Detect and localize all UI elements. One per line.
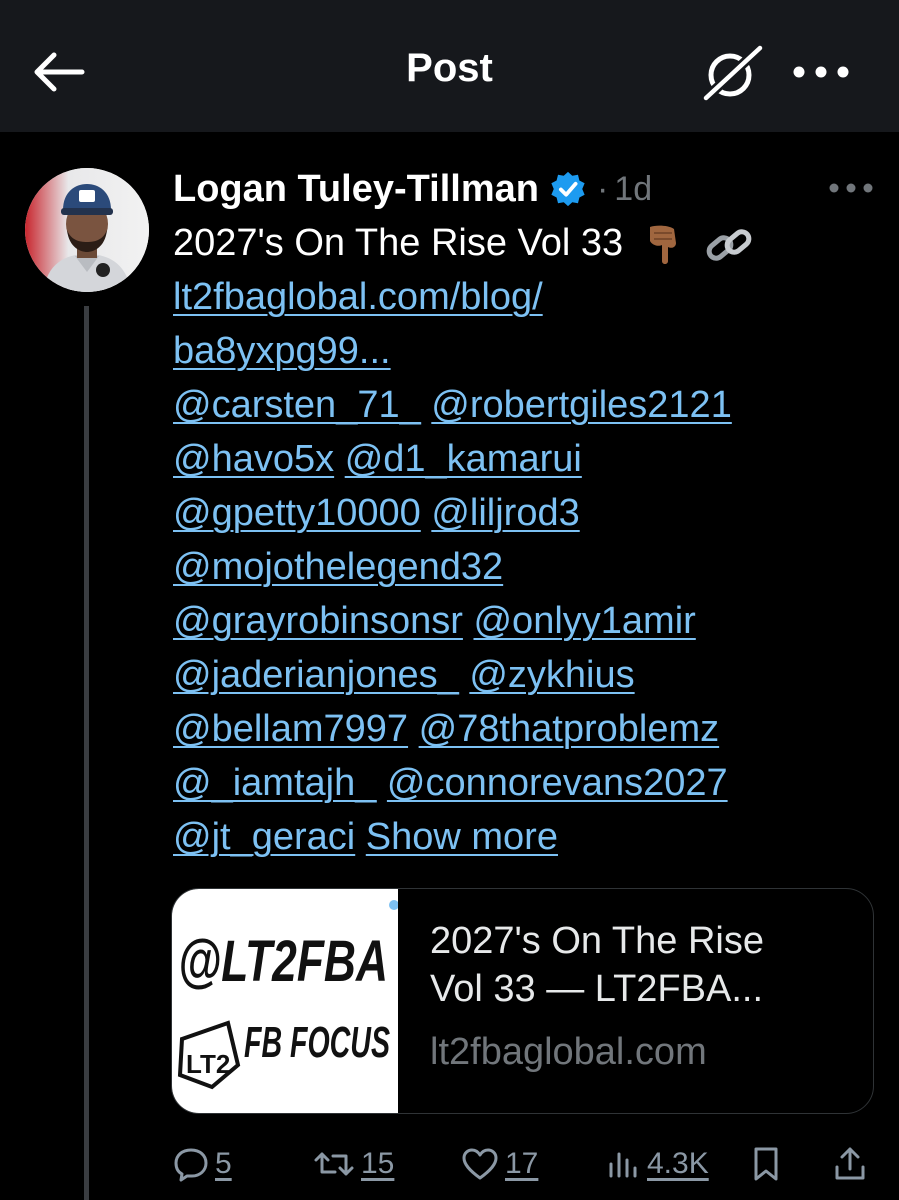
views-button[interactable]: 4.3K bbox=[607, 1140, 709, 1188]
views-chart-icon bbox=[609, 1152, 637, 1178]
repost-button[interactable]: 15 bbox=[313, 1140, 394, 1188]
mention-link[interactable]: @_iamtajh_ bbox=[173, 762, 376, 804]
mention-link[interactable]: @gpetty10000 bbox=[173, 492, 421, 534]
reply-count: 5 bbox=[215, 1147, 232, 1180]
mention-link[interactable]: @78thatproblemz bbox=[419, 708, 720, 750]
post-time[interactable]: 1d bbox=[614, 170, 652, 209]
mention-link[interactable]: @d1_kamarui bbox=[345, 438, 582, 480]
author-name[interactable]: Logan Tuley-Tillman bbox=[173, 168, 539, 211]
share-button[interactable] bbox=[833, 1140, 867, 1188]
repost-count: 15 bbox=[361, 1147, 395, 1180]
like-count: 17 bbox=[505, 1147, 539, 1180]
mention-link[interactable]: @carsten_71_ bbox=[173, 384, 421, 426]
mention-link[interactable]: @connorevans2027 bbox=[387, 762, 728, 804]
reply-icon bbox=[174, 1148, 208, 1182]
thread-line bbox=[84, 306, 89, 1200]
card-thumbnail: @LT2FBA FB FOCUS LT2 bbox=[172, 889, 399, 1113]
mention-link[interactable]: @zykhius bbox=[469, 654, 634, 696]
link-preview-card[interactable]: @LT2FBA FB FOCUS LT2 2027's On The Rise … bbox=[171, 888, 874, 1114]
article-link-cont[interactable]: ba8yxpg99... bbox=[173, 330, 391, 372]
post-text-line: 2027's On The Rise Vol 33 bbox=[173, 222, 624, 264]
more-options-icon[interactable] bbox=[790, 58, 852, 86]
mention-link[interactable]: @robertgiles2121 bbox=[431, 384, 732, 426]
card-title-line: 2027's On The Rise bbox=[430, 920, 764, 962]
bookmark-button[interactable] bbox=[751, 1140, 781, 1188]
avatar[interactable] bbox=[25, 168, 149, 292]
share-icon bbox=[835, 1147, 865, 1180]
mention-link[interactable]: @liljrod3 bbox=[431, 492, 579, 534]
card-domain: lt2fbaglobal.com bbox=[430, 1031, 707, 1073]
grok-icon[interactable] bbox=[700, 44, 766, 104]
bookmark-icon bbox=[754, 1147, 778, 1181]
mention-link[interactable]: @mojothelegend32 bbox=[173, 546, 503, 588]
post-more-icon[interactable] bbox=[828, 178, 874, 198]
like-button[interactable]: 17 bbox=[461, 1140, 538, 1188]
heart-icon bbox=[462, 1148, 498, 1180]
mention-link[interactable]: @jaderianjones_ bbox=[173, 654, 459, 696]
separator-dot: · bbox=[596, 169, 609, 208]
top-bar: Post bbox=[0, 0, 899, 132]
article-link[interactable]: lt2fbaglobal.com/blog/ bbox=[173, 276, 543, 318]
mention-link[interactable]: @bellam7997 bbox=[173, 708, 408, 750]
verified-badge-icon bbox=[551, 171, 585, 207]
mention-link[interactable]: @grayrobinsonsr bbox=[173, 600, 463, 642]
pointing-down-icon bbox=[649, 225, 676, 264]
views-count: 4.3K bbox=[647, 1147, 709, 1180]
mention-link[interactable]: @onlyy1amir bbox=[473, 600, 695, 642]
thumb-sub-text: FB FOCUS bbox=[244, 1018, 390, 1067]
author-row: Logan Tuley-Tillman · 1d bbox=[173, 164, 652, 214]
action-bar: 5 15 17 4.3K bbox=[173, 1140, 873, 1190]
show-more-link[interactable]: Show more bbox=[366, 816, 558, 858]
link-chain-icon bbox=[706, 229, 752, 261]
mention-link[interactable]: @havo5x bbox=[173, 438, 334, 480]
post-text: 2027's On The Rise Vol 33 lt2fbaglobal.c… bbox=[173, 216, 873, 864]
mention-link[interactable]: @jt_geraci bbox=[173, 816, 355, 858]
repost-icon bbox=[314, 1152, 354, 1176]
thumb-badge-text: LT2 bbox=[186, 1049, 230, 1079]
card-title-line: Vol 33 — LT2FBA... bbox=[430, 968, 764, 1010]
thumb-brand-text: @LT2FBA bbox=[178, 929, 388, 994]
card-title: 2027's On The Rise Vol 33 — LT2FBA... bbox=[430, 917, 850, 1013]
reply-button[interactable]: 5 bbox=[173, 1140, 232, 1188]
back-arrow-icon[interactable] bbox=[30, 50, 86, 94]
